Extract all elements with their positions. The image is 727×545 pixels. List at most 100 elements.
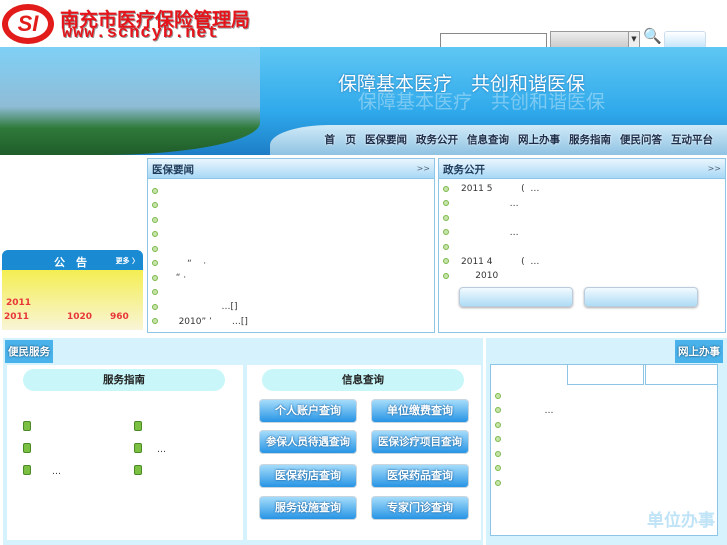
bullet-icon (152, 187, 158, 194)
play-icon[interactable] (134, 443, 142, 453)
list-item[interactable] (491, 462, 711, 477)
play-icon[interactable] (134, 465, 142, 475)
list-item[interactable]: …[] (148, 300, 434, 315)
query-title: 信息查询 (262, 369, 464, 391)
list-item[interactable]: 2011 5 ( … (439, 182, 725, 197)
online-tab[interactable] (567, 365, 644, 385)
expert-clinic-query-button[interactable]: 专家门诊查询 (371, 496, 469, 520)
bullet-icon (495, 421, 501, 428)
list-item-text[interactable]: …[] (170, 302, 237, 312)
list-item[interactable] (148, 184, 434, 199)
guide-title: 服务指南 (23, 369, 225, 391)
facility-query-button[interactable]: 服务设施查询 (259, 496, 357, 520)
bullet-icon (443, 200, 449, 206)
nav-news[interactable]: 医保要闻 (365, 132, 407, 147)
list-item-text[interactable]: 2011 4 ( … (461, 257, 539, 267)
bullet-icon (443, 185, 449, 192)
unit-payment-query-button[interactable]: 单位缴费查询 (371, 399, 469, 423)
list-item[interactable] (148, 199, 434, 214)
nav-gov[interactable]: 政务公开 (416, 132, 458, 147)
list-item[interactable] (148, 242, 434, 257)
bullet-icon (495, 407, 501, 413)
notice-line[interactable]: 2011 (4, 312, 29, 322)
notice-value: 1020 (67, 312, 93, 322)
bullet-icon (443, 214, 449, 221)
notice-title: 公 告 (54, 256, 87, 269)
list-item-text[interactable]: 2010 (461, 271, 498, 281)
bullet-icon (495, 479, 501, 486)
list-item[interactable] (491, 433, 711, 448)
online-section: 网上办事 … 单位办事 (486, 338, 727, 545)
service-section: 便民服务 服务指南 … … 信息查询 个人账户查询 单位缴费查询 参保人员待遇查… (3, 338, 483, 545)
list-item-text[interactable]: 2010” ’ …[] (170, 317, 248, 327)
notice-box: 公 告 更多 〉 2011 2011 1020 960 (2, 250, 143, 332)
list-item[interactable]: 2011 4 ( … (439, 255, 725, 270)
list-item[interactable] (148, 213, 434, 228)
nav-interact[interactable]: 互动平台 (671, 132, 713, 147)
bullet-icon (443, 272, 449, 279)
gov-link-button[interactable] (459, 287, 573, 307)
list-item[interactable] (491, 447, 711, 462)
play-icon[interactable] (23, 421, 31, 431)
city-skyline-image (0, 47, 260, 155)
list-item[interactable] (148, 228, 434, 243)
list-item[interactable]: … (439, 197, 725, 212)
search-category-select[interactable]: ▼ (550, 31, 640, 48)
chevron-down-icon: ▼ (628, 32, 639, 47)
personal-account-query-button[interactable]: 个人账户查询 (259, 399, 357, 423)
search-input[interactable] (440, 33, 547, 48)
list-item[interactable] (491, 476, 711, 491)
nav-faq[interactable]: 便民问答 (620, 132, 662, 147)
bullet-icon (495, 450, 501, 457)
notice-more-link[interactable]: 更多 〉 (116, 256, 139, 266)
nav-home[interactable]: 首 页 (325, 132, 357, 147)
list-item-text[interactable]: 2011 5 ( … (461, 184, 539, 194)
list-item[interactable]: … (439, 226, 725, 241)
main-nav: 首 页 医保要闻 政务公开 信息查询 网上办事 服务指南 便民问答 互动平台 (270, 125, 727, 155)
insured-benefit-query-button[interactable]: 参保人员待遇查询 (259, 430, 357, 454)
nav-online[interactable]: 网上办事 (518, 132, 560, 147)
list-item-text[interactable]: … (461, 199, 519, 209)
news-more-link[interactable]: >> (417, 164, 430, 173)
play-icon[interactable] (23, 443, 31, 453)
gov-more-link[interactable]: >> (708, 164, 721, 173)
slogan: 保障基本医疗 共创和谐医保 (338, 73, 586, 95)
banner: 保障基本医疗 共创和谐医保 保障基本医疗 共创和谐医保 首 页 医保要闻 政务公… (0, 47, 727, 155)
drug-query-button[interactable]: 医保药品查询 (371, 464, 469, 488)
gov-link-button[interactable] (584, 287, 698, 307)
list-item-text[interactable]: … (461, 228, 519, 238)
list-item-text[interactable]: “ · (170, 273, 186, 283)
pharmacy-query-button[interactable]: 医保药店查询 (259, 464, 357, 488)
bullet-icon (152, 216, 158, 223)
list-item-text[interactable]: “ · (170, 259, 206, 269)
list-item[interactable] (439, 211, 725, 226)
bullet-icon (495, 392, 501, 399)
list-item[interactable]: “ · (148, 257, 434, 272)
treatment-item-query-button[interactable]: 医保诊疗项目查询 (371, 430, 469, 454)
online-tag: 网上办事 (675, 340, 723, 363)
list-item[interactable] (148, 286, 434, 301)
list-item[interactable]: 2010” ’ …[] (148, 315, 434, 330)
list-item-text[interactable]: … (513, 406, 553, 416)
notice-value: 960 (110, 312, 129, 322)
guide-item[interactable]: … (157, 445, 166, 455)
news-panel: 医保要闻 >> “ · “ · …[] 2010” ’ …[] (147, 158, 435, 333)
search-icon[interactable]: 🔍 (643, 27, 662, 45)
nav-guide[interactable]: 服务指南 (569, 132, 611, 147)
site-url: www.scncyb.net (62, 24, 219, 43)
bullet-icon (443, 258, 449, 264)
play-icon[interactable] (134, 421, 142, 431)
guide-item[interactable]: … (52, 467, 61, 477)
nav-query[interactable]: 信息查询 (467, 132, 509, 147)
logo-icon[interactable]: SI (2, 4, 54, 44)
list-item[interactable]: “ · (148, 271, 434, 286)
notice-line[interactable]: 2011 (6, 298, 31, 308)
list-item[interactable] (491, 418, 711, 433)
online-tab[interactable] (645, 365, 718, 385)
list-item[interactable]: 2010 (439, 269, 725, 284)
gov-panel: 政务公开 >> 2011 5 ( … … … 2011 4 ( … 2010 (438, 158, 726, 333)
list-item[interactable] (439, 240, 725, 255)
list-item[interactable]: … (491, 404, 711, 419)
play-icon[interactable] (23, 465, 31, 475)
list-item[interactable] (491, 389, 711, 404)
